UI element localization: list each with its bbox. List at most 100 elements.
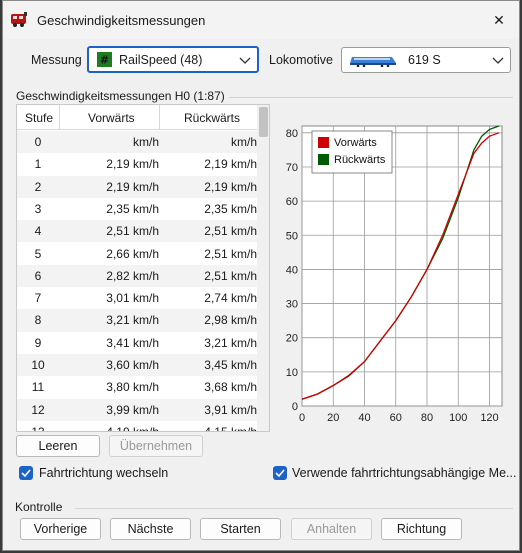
rueckwaerts-cell: 3,91 km/h	[204, 402, 257, 417]
table-row[interactable]: 10 3,60 km/h 3,45 km/h	[17, 354, 257, 377]
col-header-vorwaerts[interactable]: Vorwärts	[88, 111, 135, 125]
table-row[interactable]: 9 3,41 km/h 3,21 km/h	[17, 332, 257, 354]
rueckwaerts-cell: 2,98 km/h	[204, 313, 257, 328]
vorwaerts-cell: 3,41 km/h	[106, 335, 159, 350]
vorwaerts-cell: 2,19 km/h	[106, 157, 159, 172]
table-row[interactable]: 1 2,19 km/h 2,19 km/h	[17, 153, 257, 175]
checkmark-icon	[275, 469, 285, 478]
y-tick-label: 20	[286, 333, 298, 345]
close-icon: ✕	[493, 11, 505, 28]
stufe-cell: 4	[34, 224, 42, 239]
rueckwaerts-cell: 2,74 km/h	[204, 291, 257, 306]
uebernehmen-button[interactable]: Übernehmen	[109, 435, 203, 457]
stufe-cell: 11	[31, 380, 45, 395]
table-row[interactable]: 2 2,19 km/h 2,19 km/h	[17, 175, 257, 198]
legend-swatch-0	[318, 137, 329, 148]
y-tick-label: 50	[286, 230, 298, 242]
locomotive-icon	[350, 57, 396, 67]
rueckwaerts-cell: 3,45 km/h	[204, 358, 257, 372]
legend-swatch-1	[318, 154, 329, 165]
verwende-label[interactable]: Verwende fahrtrichtungsabhängige Me...	[292, 466, 516, 480]
table-row[interactable]: 0 km/h km/h	[17, 131, 257, 154]
x-tick-label: 80	[421, 412, 433, 424]
chevron-down-icon	[492, 57, 504, 64]
col-header-rueckwaerts[interactable]: Rückwärts	[184, 111, 240, 125]
table-row[interactable]: 12 3,99 km/h 3,91 km/h	[17, 398, 257, 421]
locomotive-app-icon	[11, 12, 27, 27]
leeren-button[interactable]: Leeren	[16, 435, 100, 457]
vorwaerts-cell: 2,35 km/h	[106, 201, 159, 216]
starten-button[interactable]: Starten	[200, 518, 281, 540]
rueckwaerts-cell: 2,19 km/h	[204, 179, 257, 194]
legend-label-1: Rückwärts	[334, 154, 386, 166]
x-tick-label: 60	[390, 412, 402, 424]
rueckwaerts-cell: 3,21 km/h	[204, 335, 257, 350]
stufe-cell: 0	[34, 135, 42, 149]
table-row[interactable]: 6 2,82 km/h 2,51 km/h	[17, 264, 257, 288]
y-tick-label: 80	[286, 128, 298, 140]
table-row[interactable]: 13 4,19 km/h 4,15 km/h	[17, 421, 257, 432]
messung-select[interactable]: # RailSpeed (48)	[87, 46, 259, 73]
column-divider[interactable]	[59, 105, 60, 130]
speed-measurement-dialog: Geschwindigkeitsmessungen ✕ Messung # Ra…	[2, 0, 520, 551]
table-row[interactable]: 3 2,35 km/h 2,35 km/h	[17, 198, 257, 220]
vorwaerts-cell: 3,60 km/h	[106, 358, 159, 372]
messung-value: RailSpeed (48)	[119, 53, 203, 67]
kontrolle-divider	[75, 508, 513, 509]
vorwaerts-cell: 2,66 km/h	[106, 246, 159, 261]
verwende-checkbox[interactable]	[273, 466, 287, 480]
window-title: Geschwindigkeitsmessungen	[37, 13, 206, 28]
svg-text:#: #	[100, 54, 109, 67]
measurement-group-title: Geschwindigkeitsmessungen H0 (1:87)	[16, 89, 225, 103]
stufe-cell: 5	[34, 246, 42, 261]
anhalten-button[interactable]: Anhalten	[291, 518, 372, 540]
fahrtrichtung-label[interactable]: Fahrtrichtung wechseln	[39, 466, 168, 480]
chevron-down-icon	[239, 57, 251, 64]
vorwaerts-cell: 2,19 km/h	[106, 179, 159, 194]
y-tick-label: 40	[286, 264, 298, 276]
richtung-button[interactable]: Richtung	[381, 518, 462, 540]
speed-chart: 0 20 40 60 80 100 120 0 10 20 30 40 50 60 70 80 Vorwärts…	[281, 104, 511, 434]
rueckwaerts-cell: 3,68 km/h	[204, 380, 257, 395]
lokomotive-label: Lokomotive	[269, 53, 333, 67]
table-row[interactable]: 8 3,21 km/h 2,98 km/h	[17, 309, 257, 332]
lokomotive-value: 619 S	[408, 53, 441, 67]
x-tick-label: 20	[327, 412, 339, 424]
vorwaerts-cell: km/h	[132, 135, 159, 149]
table-row[interactable]: 11 3,80 km/h 3,68 km/h	[17, 376, 257, 398]
table-row[interactable]: 5 2,66 km/h 2,51 km/h	[17, 243, 257, 265]
stufe-cell: 6	[34, 268, 42, 283]
rueckwaerts-cell: 2,51 km/h	[204, 224, 257, 239]
scrollbar-thumb[interactable]	[259, 107, 268, 137]
vorwaerts-cell: 2,82 km/h	[106, 268, 159, 283]
rueckwaerts-cell: 4,15 km/h	[204, 424, 257, 432]
speed-chart-svg: 0 20 40 60 80 100 120 0 10 20 30 40 50 60 70 80 Vorwärts…	[286, 125, 503, 424]
close-button[interactable]: ✕	[485, 7, 513, 33]
table-scrollbar[interactable]	[257, 105, 269, 431]
stufe-cell: 10	[31, 358, 45, 372]
stufe-cell: 12	[31, 402, 45, 417]
vorwaerts-cell: 3,21 km/h	[106, 313, 159, 328]
table-header: Stufe Vorwärts Rückwärts	[17, 105, 257, 130]
y-tick-label: 10	[286, 367, 298, 379]
speed-table[interactable]: Stufe Vorwärts Rückwärts 0 km/h km/h 1 2,19 …	[16, 104, 270, 432]
stufe-cell: 7	[34, 291, 42, 306]
col-header-stufe[interactable]: Stufe	[25, 111, 53, 125]
stufe-cell: 8	[34, 313, 42, 328]
messung-label: Messung	[31, 53, 82, 67]
naechste-button[interactable]: Nächste	[110, 518, 191, 540]
y-tick-label: 70	[286, 162, 298, 174]
stufe-cell: 1	[34, 157, 42, 172]
lokomotive-select[interactable]: 619 S	[341, 47, 511, 73]
checkmark-icon	[21, 469, 31, 478]
column-divider[interactable]	[159, 105, 160, 130]
legend-label-0: Vorwärts	[334, 137, 377, 149]
y-tick-label: 60	[286, 196, 298, 208]
stufe-cell: 2	[34, 179, 42, 194]
table-row[interactable]: 7 3,01 km/h 2,74 km/h	[17, 287, 257, 309]
vorwaerts-cell: 4,19 km/h	[106, 424, 159, 432]
fahrtrichtung-checkbox[interactable]	[19, 466, 33, 480]
kontrolle-title: Kontrolle	[15, 500, 63, 514]
vorherige-button[interactable]: Vorherige	[20, 518, 101, 540]
table-row[interactable]: 4 2,51 km/h 2,51 km/h	[17, 220, 257, 243]
